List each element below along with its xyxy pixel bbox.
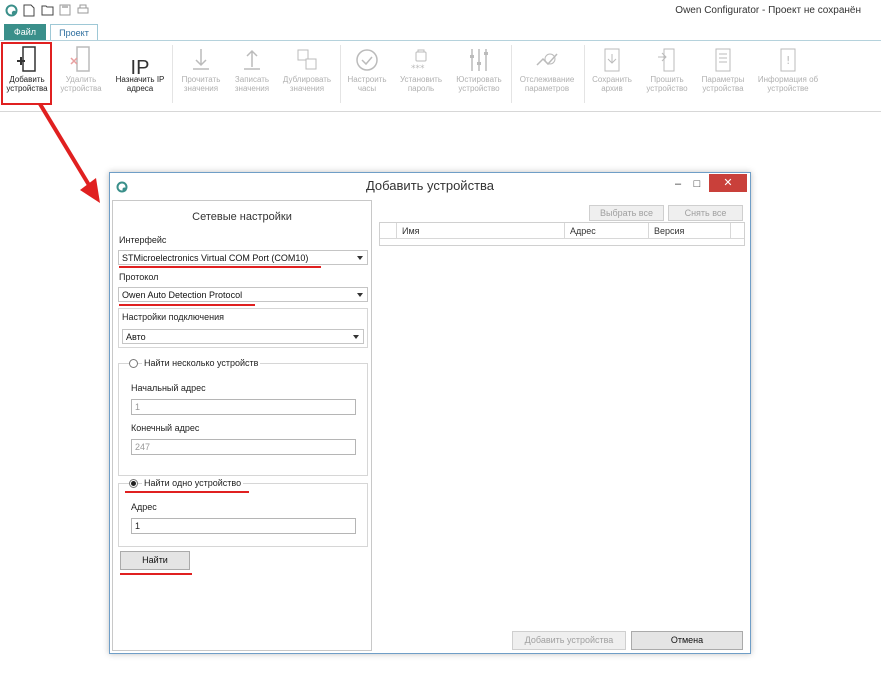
protocol-value: Owen Auto Detection Protocol [122,290,243,300]
find-single-radio[interactable] [129,479,138,488]
find-button-underline [120,573,192,575]
end-address-label: Конечный адрес [131,423,200,433]
network-settings-panel: Сетевые настройки Интерфейс STMicroelect… [112,200,372,651]
protocol-select[interactable]: Owen Auto Detection Protocol [118,287,368,302]
connection-settings-select[interactable]: Авто [122,329,364,344]
deselect-all-button[interactable]: Снять все [668,205,743,221]
table-divider [648,223,649,238]
connection-settings-label: Настройки подключения [122,312,224,322]
table-header-line [380,238,744,239]
protocol-underline [119,304,255,306]
cancel-button[interactable]: Отмена [631,631,743,650]
find-multiple-label: Найти несколько устройств [142,358,261,368]
find-button[interactable]: Найти [120,551,190,570]
dialog-titlebar: Добавить устройства – □ ✕ [110,173,750,199]
add-devices-button[interactable]: Добавить устройства [512,631,626,650]
start-address-label: Начальный адрес [131,383,206,393]
connection-settings-group: Настройки подключения Авто [118,308,368,348]
chevron-down-icon [357,256,363,260]
dialog-title: Добавить устройства [365,178,495,193]
maximize-button[interactable]: □ [688,175,706,193]
table-divider [396,223,397,238]
table-header-name[interactable]: Имя [402,224,420,238]
chevron-down-icon [357,293,363,297]
start-address-input[interactable]: 1 [131,399,356,415]
find-multiple-radio[interactable] [129,359,138,368]
select-all-button[interactable]: Выбрать все [589,205,664,221]
devices-table: Имя Адрес Версия [379,222,745,246]
address-label: Адрес [131,502,157,512]
connection-settings-value: Авто [126,332,146,342]
find-single-label: Найти одно устройство [142,478,244,488]
address-input[interactable]: 1 [131,518,356,534]
minimize-button[interactable]: – [670,175,686,193]
table-header-address[interactable]: Адрес [570,224,596,238]
table-header-version[interactable]: Версия [654,224,684,238]
close-button[interactable]: ✕ [709,174,747,192]
interface-label: Интерфейс [119,235,167,245]
protocol-label: Протокол [119,272,159,282]
chevron-down-icon [353,335,359,339]
find-single-underline [125,491,249,493]
network-settings-title: Сетевые настройки [192,211,292,223]
add-devices-dialog: Добавить устройства – □ ✕ Сетевые настро… [109,172,751,654]
interface-underline [119,266,321,268]
find-multiple-group: Найти несколько устройств Начальный адре… [118,358,368,476]
end-address-input[interactable]: 247 [131,439,356,455]
interface-value: STMicroelectronics Virtual COM Port (COM… [122,253,309,263]
interface-select[interactable]: STMicroelectronics Virtual COM Port (COM… [118,250,368,265]
table-divider [564,223,565,238]
table-divider [730,223,731,238]
